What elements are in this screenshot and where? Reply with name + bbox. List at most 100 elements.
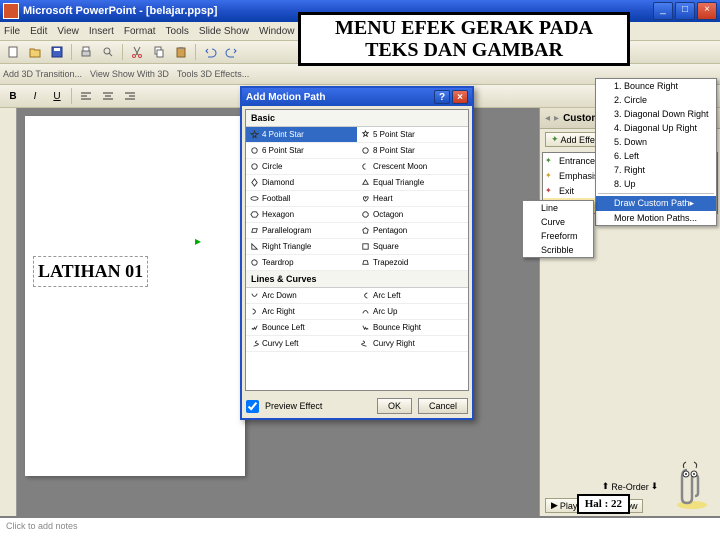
path-option[interactable]: Right Triangle xyxy=(246,239,357,255)
motion-paths-submenu: 1. Bounce Right 2. Circle 3. Diagonal Do… xyxy=(595,78,717,226)
menu-edit[interactable]: Edit xyxy=(30,26,47,37)
align-right-icon[interactable] xyxy=(120,86,140,106)
annotation-title: MENU EFEK GERAK PADATEKS DAN GAMBAR xyxy=(298,12,630,66)
motion-item[interactable]: 8. Up xyxy=(596,177,716,191)
path-option[interactable]: Pentagon xyxy=(357,223,468,239)
path-option[interactable]: Circle xyxy=(246,159,357,175)
view-show-3d[interactable]: View Show With 3D xyxy=(90,69,169,79)
italic-icon[interactable]: I xyxy=(25,86,45,106)
slide-canvas[interactable]: ▸ LATIHAN 01 xyxy=(25,116,245,476)
add-3d-transition[interactable]: Add 3D Transition... xyxy=(3,69,82,79)
draw-freeform[interactable]: Freeform xyxy=(523,229,593,243)
path-option[interactable]: Hexagon xyxy=(246,207,357,223)
motion-path-marker: ▸ xyxy=(195,234,201,248)
draw-scribble[interactable]: Scribble xyxy=(523,243,593,257)
path-option[interactable]: Curvy Left xyxy=(246,336,357,352)
motion-item[interactable]: 1. Bounce Right xyxy=(596,79,716,93)
path-option[interactable]: Parallelogram xyxy=(246,223,357,239)
align-left-icon[interactable] xyxy=(76,86,96,106)
new-icon[interactable] xyxy=(3,42,23,62)
path-option[interactable]: Equal Triangle xyxy=(357,175,468,191)
path-option[interactable]: Diamond xyxy=(246,175,357,191)
align-center-icon[interactable] xyxy=(98,86,118,106)
star-icon: ✦ xyxy=(551,134,559,145)
menu-tools[interactable]: Tools xyxy=(166,26,189,37)
path-option[interactable]: Octagon xyxy=(357,207,468,223)
draw-path-submenu: Line Curve Freeform Scribble xyxy=(522,200,594,258)
underline-icon[interactable]: U xyxy=(47,86,67,106)
path-option[interactable]: Curvy Right xyxy=(357,336,468,352)
app-icon xyxy=(3,3,19,19)
path-option[interactable]: Teardrop xyxy=(246,255,357,271)
path-option[interactable]: 5 Point Star xyxy=(357,127,468,143)
add-motion-path-dialog: Add Motion Path ? × Basic 4 Point Star 5… xyxy=(240,86,474,420)
reorder-down-icon[interactable]: ⬇ xyxy=(651,481,659,492)
undo-icon[interactable] xyxy=(200,42,220,62)
section-lines: Lines & Curves xyxy=(246,271,468,288)
draw-curve[interactable]: Curve xyxy=(523,215,593,229)
path-option[interactable]: 8 Point Star xyxy=(357,143,468,159)
forward-icon[interactable]: ▸ xyxy=(554,113,559,124)
path-option[interactable]: Arc Right xyxy=(246,304,357,320)
annotation-page: Hal : 22 xyxy=(577,494,630,514)
paste-icon[interactable] xyxy=(171,42,191,62)
dialog-title: Add Motion Path xyxy=(246,92,325,103)
thumbnail-strip[interactable] xyxy=(0,108,17,516)
path-option[interactable]: Arc Up xyxy=(357,304,468,320)
path-option[interactable]: Heart xyxy=(357,191,468,207)
section-basic: Basic xyxy=(246,110,468,127)
path-option[interactable]: Bounce Left xyxy=(246,320,357,336)
print-icon[interactable] xyxy=(76,42,96,62)
menu-view[interactable]: View xyxy=(57,26,79,37)
preview-checkbox[interactable] xyxy=(246,400,259,413)
draw-custom-path[interactable]: Draw Custom Path▸ xyxy=(596,196,716,211)
close-button[interactable]: × xyxy=(697,2,717,20)
motion-item[interactable]: 6. Left xyxy=(596,149,716,163)
bold-icon[interactable]: B xyxy=(3,86,23,106)
path-option[interactable]: Bounce Right xyxy=(357,320,468,336)
reorder-label: Re-Order xyxy=(611,482,649,492)
path-option[interactable]: 6 Point Star xyxy=(246,143,357,159)
menu-file[interactable]: File xyxy=(4,26,20,37)
redo-icon[interactable] xyxy=(222,42,242,62)
minimize-button[interactable]: _ xyxy=(653,2,673,20)
open-icon[interactable] xyxy=(25,42,45,62)
menu-slideshow[interactable]: Slide Show xyxy=(199,26,249,37)
path-option[interactable]: 4 Point Star xyxy=(246,127,357,143)
menu-format[interactable]: Format xyxy=(124,26,156,37)
cancel-button[interactable]: Cancel xyxy=(418,398,468,414)
maximize-button[interactable]: □ xyxy=(675,2,695,20)
star-icon: ✦ xyxy=(545,156,552,165)
preview-icon[interactable] xyxy=(98,42,118,62)
draw-line[interactable]: Line xyxy=(523,201,593,215)
reorder-up-icon[interactable]: ⬆ xyxy=(602,481,610,492)
copy-icon[interactable] xyxy=(149,42,169,62)
path-option[interactable]: Football xyxy=(246,191,357,207)
dialog-close-button[interactable]: × xyxy=(452,90,468,104)
motion-item[interactable]: 3. Diagonal Down Right xyxy=(596,107,716,121)
tools-3d-effects[interactable]: Tools 3D Effects... xyxy=(177,69,249,79)
star-icon: ✦ xyxy=(545,186,552,195)
back-icon[interactable]: ◂ xyxy=(545,113,550,124)
slide-title-text[interactable]: LATIHAN 01 xyxy=(33,256,148,287)
clippy-assistant[interactable] xyxy=(672,460,712,510)
menu-window[interactable]: Window xyxy=(259,26,295,37)
menu-insert[interactable]: Insert xyxy=(89,26,114,37)
motion-item[interactable]: 5. Down xyxy=(596,135,716,149)
path-option[interactable]: Trapezoid xyxy=(357,255,468,271)
preview-label: Preview Effect xyxy=(265,401,322,411)
path-option[interactable]: Square xyxy=(357,239,468,255)
motion-item[interactable]: 2. Circle xyxy=(596,93,716,107)
motion-item[interactable]: 4. Diagonal Up Right xyxy=(596,121,716,135)
cut-icon[interactable] xyxy=(127,42,147,62)
more-motion-paths[interactable]: More Motion Paths... xyxy=(596,211,716,225)
path-option[interactable]: Crescent Moon xyxy=(357,159,468,175)
save-icon[interactable] xyxy=(47,42,67,62)
path-option[interactable]: Arc Left xyxy=(357,288,468,304)
ok-button[interactable]: OK xyxy=(377,398,412,414)
path-option[interactable]: Arc Down xyxy=(246,288,357,304)
star-icon: ✦ xyxy=(545,171,552,180)
notes-pane[interactable]: Click to add notes xyxy=(0,516,720,540)
motion-item[interactable]: 7. Right xyxy=(596,163,716,177)
dialog-help-button[interactable]: ? xyxy=(434,90,450,104)
